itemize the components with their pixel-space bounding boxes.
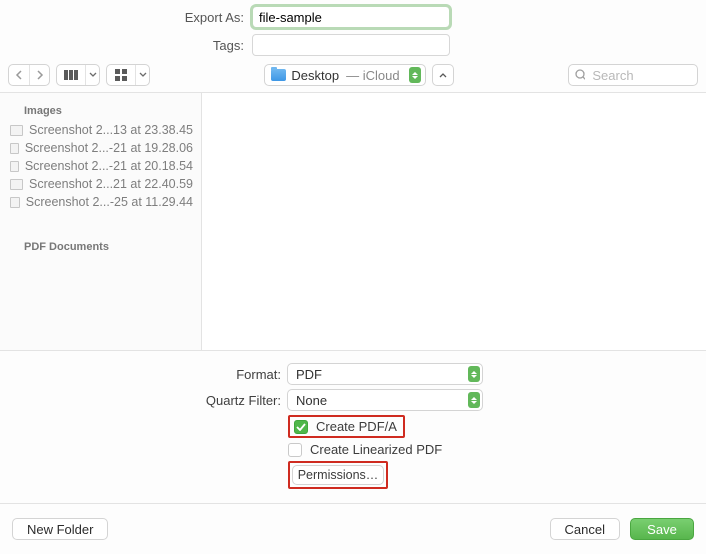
image-thumb-icon bbox=[10, 125, 23, 136]
file-name: Screenshot 2...13 at 23.38.45 bbox=[29, 123, 193, 137]
location-name: Desktop bbox=[291, 68, 339, 83]
create-pdfa-label: Create PDF/A bbox=[316, 419, 397, 434]
stepper-icon bbox=[468, 366, 480, 382]
format-value: PDF bbox=[296, 367, 322, 382]
export-as-row: Export As: bbox=[0, 6, 706, 28]
location-suffix: — iCloud bbox=[346, 68, 399, 83]
quartz-row: Quartz Filter: None bbox=[0, 389, 706, 411]
stepper-icon bbox=[468, 392, 480, 408]
list-item[interactable]: Screenshot 2...-21 at 20.18.54 bbox=[0, 157, 201, 175]
image-thumb-icon bbox=[10, 143, 19, 154]
list-item[interactable]: Screenshot 2...13 at 23.38.45 bbox=[0, 121, 201, 139]
permissions-row: Permissions… bbox=[0, 461, 706, 489]
top-form: Export As: Tags: bbox=[0, 0, 706, 56]
location-stepper-icon bbox=[409, 67, 421, 83]
create-pdfa-checkbox[interactable] bbox=[294, 420, 308, 434]
group-images: Images bbox=[0, 99, 201, 121]
export-as-label: Export As: bbox=[0, 10, 252, 25]
view-grid[interactable] bbox=[106, 64, 150, 86]
new-folder-button[interactable]: New Folder bbox=[12, 518, 108, 540]
highlight-box: Permissions… bbox=[288, 461, 388, 489]
group-pdf: PDF Documents bbox=[0, 235, 201, 257]
export-as-input[interactable] bbox=[252, 6, 450, 28]
file-browser: Images Screenshot 2...13 at 23.38.45 Scr… bbox=[0, 93, 706, 351]
create-linearized-label: Create Linearized PDF bbox=[310, 442, 442, 457]
cancel-label: Cancel bbox=[565, 522, 605, 537]
checkmark-icon bbox=[296, 423, 306, 431]
file-name: Screenshot 2...-21 at 19.28.06 bbox=[25, 141, 193, 155]
search-input[interactable] bbox=[590, 67, 691, 84]
tags-input[interactable] bbox=[252, 34, 450, 56]
forward-button[interactable] bbox=[29, 65, 49, 85]
highlight-box: Create PDF/A bbox=[288, 415, 405, 438]
list-item[interactable]: Screenshot 2...21 at 22.40.59 bbox=[0, 175, 201, 193]
footer: New Folder Cancel Save bbox=[0, 504, 706, 554]
image-thumb-icon bbox=[10, 161, 19, 172]
columns-icon bbox=[57, 65, 85, 85]
options-panel: Format: PDF Quartz Filter: None Create P… bbox=[0, 351, 706, 504]
folder-icon bbox=[271, 69, 286, 81]
image-thumb-icon bbox=[10, 179, 23, 190]
new-folder-label: New Folder bbox=[27, 522, 93, 537]
back-button[interactable] bbox=[9, 65, 29, 85]
sidebar: Images Screenshot 2...13 at 23.38.45 Scr… bbox=[0, 93, 202, 350]
tags-row: Tags: bbox=[0, 34, 706, 56]
search-icon bbox=[575, 69, 585, 81]
expand-button[interactable] bbox=[432, 64, 454, 86]
chevron-down-icon bbox=[85, 65, 99, 85]
location-popup[interactable]: Desktop — iCloud bbox=[264, 64, 425, 86]
save-label: Save bbox=[647, 522, 677, 537]
quartz-label: Quartz Filter: bbox=[0, 393, 287, 408]
chevron-left-icon bbox=[15, 70, 23, 80]
nav-back-forward bbox=[8, 64, 50, 86]
chevron-up-icon bbox=[439, 72, 447, 78]
permissions-button[interactable]: Permissions… bbox=[292, 465, 384, 485]
cancel-button[interactable]: Cancel bbox=[550, 518, 620, 540]
save-button[interactable]: Save bbox=[630, 518, 694, 540]
create-linearized-checkbox[interactable] bbox=[288, 443, 302, 457]
file-name: Screenshot 2...-21 at 20.18.54 bbox=[25, 159, 193, 173]
chevron-right-icon bbox=[36, 70, 44, 80]
image-thumb-icon bbox=[10, 197, 20, 208]
file-name: Screenshot 2...21 at 22.40.59 bbox=[29, 177, 193, 191]
file-name: Screenshot 2...-25 at 11.29.44 bbox=[26, 195, 193, 209]
create-linearized-row: Create Linearized PDF bbox=[0, 442, 706, 457]
format-label: Format: bbox=[0, 367, 287, 382]
search-field[interactable] bbox=[568, 64, 698, 86]
quartz-select[interactable]: None bbox=[287, 389, 483, 411]
list-item[interactable]: Screenshot 2...-25 at 11.29.44 bbox=[0, 193, 201, 211]
content-pane[interactable] bbox=[202, 93, 706, 350]
chevron-down-icon bbox=[135, 65, 149, 85]
quartz-value: None bbox=[296, 393, 327, 408]
format-row: Format: PDF bbox=[0, 363, 706, 385]
toolbar: Desktop — iCloud bbox=[0, 62, 706, 93]
format-select[interactable]: PDF bbox=[287, 363, 483, 385]
grid-icon bbox=[107, 65, 135, 85]
view-columns[interactable] bbox=[56, 64, 100, 86]
create-pdfa-row: Create PDF/A bbox=[0, 415, 706, 438]
permissions-label: Permissions… bbox=[298, 468, 379, 482]
tags-label: Tags: bbox=[0, 38, 252, 53]
list-item[interactable]: Screenshot 2...-21 at 19.28.06 bbox=[0, 139, 201, 157]
